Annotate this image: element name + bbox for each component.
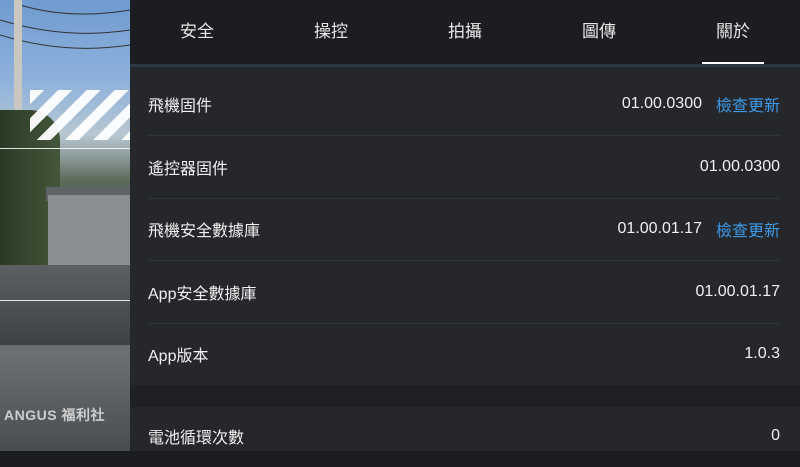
watermark: ANGUS 福利社 [4, 407, 105, 423]
settings-tab-bar: 安全 操控 拍攝 圖傳 關於 [130, 0, 800, 64]
row-value: 0 [771, 427, 780, 444]
tab-camera[interactable]: 拍攝 [398, 0, 532, 64]
row-label: App版本 [148, 348, 209, 365]
list-item-rc-firmware: 遙控器固件 01.00.0300 [148, 136, 780, 199]
list-item-aircraft-safety-db: 飛機安全數據庫 01.00.01.17 檢查更新 [148, 198, 780, 261]
check-update-link[interactable]: 檢查更新 [716, 217, 780, 241]
gimbal-guide-line [0, 148, 130, 149]
tab-safety[interactable]: 安全 [130, 0, 264, 64]
list-item-battery-cycles: 電池循環次數 0 [148, 405, 780, 467]
about-panel: 飛機固件 01.00.0300 檢查更新 遙控器固件 01.00.0300 飛機… [130, 67, 800, 451]
row-value: 01.00.01.17 [617, 220, 702, 237]
list-item-aircraft-firmware: 飛機固件 01.00.0300 檢查更新 [148, 73, 780, 136]
row-label: 遙控器固件 [148, 161, 229, 178]
camera-preview: ANGUS 福利社 [0, 0, 130, 451]
tab-transmission[interactable]: 圖傳 [532, 0, 666, 64]
row-label: 電池循環次數 [148, 430, 245, 447]
row-value: 01.00.0300 [621, 95, 702, 112]
row-value: 01.00.0300 [699, 158, 780, 175]
row-label: App安全數據庫 [148, 286, 257, 303]
overexposure-zebra-stripes [30, 90, 130, 140]
house [48, 195, 130, 265]
tab-control[interactable]: 操控 [264, 0, 398, 64]
row-value: 1.0.3 [744, 345, 780, 362]
tab-about[interactable]: 關於 [666, 0, 800, 64]
row-label: 飛機安全數據庫 [148, 223, 261, 240]
list-item-app-version: App版本 1.0.3 [148, 323, 780, 385]
list-item-app-safety-db: App安全數據庫 01.00.01.17 [148, 261, 780, 324]
road [0, 265, 130, 345]
gimbal-guide-line [0, 300, 130, 301]
row-label: 飛機固件 [148, 98, 213, 115]
section-gap [130, 385, 800, 407]
row-value: 01.00.01.17 [695, 283, 780, 300]
check-update-link[interactable]: 檢查更新 [716, 92, 780, 116]
